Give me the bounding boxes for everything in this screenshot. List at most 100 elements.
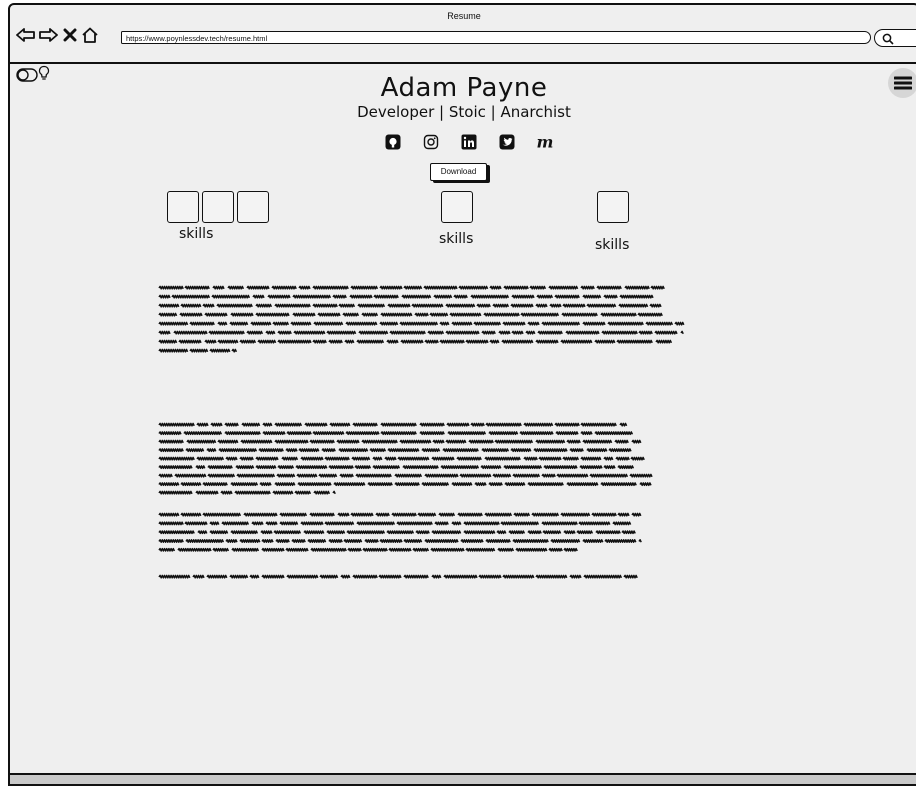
text-scribble: [396, 521, 433, 526]
text-scribble: [582, 321, 606, 326]
skill-label: skills: [439, 231, 474, 247]
skill-label: skills: [179, 226, 214, 242]
text-scribble: [274, 303, 311, 308]
text-scribble: [512, 539, 549, 543]
instagram-icon[interactable]: [412, 132, 450, 152]
text-scribble: [527, 321, 540, 326]
text-scribble: [512, 473, 541, 478]
text-scribble: [604, 539, 637, 543]
text-scribble: [297, 482, 332, 487]
text-scribble: [298, 285, 311, 290]
text-scribble: [459, 473, 492, 478]
home-icon[interactable]: [80, 25, 100, 45]
text-scribble: [352, 574, 378, 579]
text-scribble: [476, 303, 491, 308]
text-scribble: [578, 521, 611, 526]
text-block: [158, 512, 642, 552]
text-scribble: [230, 312, 254, 317]
text-scribble: [372, 465, 401, 470]
text-scribble: [379, 539, 403, 543]
text-scribble: [236, 473, 276, 478]
text-scribble: [338, 448, 369, 453]
text-scribble: [630, 456, 645, 461]
text-scribble: [460, 539, 484, 543]
skill-box: [597, 191, 629, 223]
text-scribble: [541, 321, 581, 326]
text-scribble: [277, 339, 312, 344]
text-scribble: [638, 539, 642, 543]
linkedin-icon[interactable]: [450, 132, 488, 152]
text-scribble: [595, 530, 621, 535]
text-scribble: [470, 422, 485, 427]
text-scribble: [447, 431, 487, 436]
text-scribble: [631, 439, 642, 444]
text-scribble: [373, 294, 399, 299]
medium-icon[interactable]: m: [526, 132, 564, 152]
text-scribble: [300, 521, 324, 526]
text-scribble: [446, 422, 470, 427]
text-scribble: [563, 547, 578, 552]
github-icon[interactable]: [374, 132, 412, 152]
text-scribble: [618, 303, 649, 308]
text-scribble: [451, 521, 462, 526]
text-scribble: [275, 539, 290, 543]
text-scribble: [286, 574, 319, 579]
text-scribble: [400, 339, 424, 344]
back-icon[interactable]: [16, 25, 36, 45]
text-scribble: [158, 285, 184, 290]
text-scribble: [328, 465, 354, 470]
skill-box: [441, 191, 473, 223]
text-scribble: [489, 339, 500, 344]
text-scribble: [312, 339, 327, 344]
text-scribble: [221, 521, 250, 526]
text-scribble: [582, 539, 604, 543]
text-scribble: [252, 294, 265, 299]
text-scribble: [209, 530, 229, 535]
text-scribble: [206, 574, 228, 579]
text-scribble: [535, 339, 559, 344]
forward-icon[interactable]: [38, 25, 58, 45]
text-scribble: [623, 574, 638, 579]
stop-icon[interactable]: [60, 25, 80, 45]
text-scribble: [465, 547, 496, 552]
text-scribble: [332, 490, 336, 495]
text-scribble: [210, 422, 223, 427]
text-scribble: [217, 321, 228, 326]
text-scribble: [508, 530, 526, 535]
text-scribble: [563, 530, 576, 535]
skill-box: [237, 191, 269, 223]
text-scribble: [281, 456, 299, 461]
text-scribble: [432, 439, 445, 444]
text-scribble: [234, 490, 271, 495]
text-scribble: [510, 303, 534, 308]
text-scribble: [483, 312, 520, 317]
text-scribble: [638, 330, 653, 335]
text-scribble: [239, 456, 254, 461]
text-scribble: [357, 303, 386, 308]
text-scribble: [274, 422, 303, 427]
text-scribble: [180, 512, 202, 517]
text-scribble: [537, 330, 563, 335]
search-button[interactable]: [874, 29, 916, 47]
text-scribble: [555, 431, 579, 436]
text-scribble: [185, 448, 205, 453]
text-scribble: [158, 422, 195, 427]
text-scribble: [403, 285, 423, 290]
text-scribble: [262, 431, 286, 436]
text-scribble: [317, 312, 341, 317]
text-scribble: [333, 482, 366, 487]
text-scribble: [411, 303, 444, 308]
twitter-icon[interactable]: [488, 132, 526, 152]
url-input[interactable]: https://www.poynlessdev.tech/resume.html: [121, 31, 871, 44]
text-scribble: [207, 465, 233, 470]
text-scribble: [415, 530, 430, 535]
horizontal-scrollbar[interactable]: [10, 773, 916, 784]
text-scribble: [399, 321, 439, 326]
text-scribble: [440, 465, 480, 470]
text-scribble: [498, 330, 511, 335]
text-scribble: [515, 547, 548, 552]
text-scribble: [158, 539, 184, 543]
text-scribble: [629, 473, 653, 478]
text-scribble: [349, 294, 373, 299]
download-button[interactable]: Download: [430, 163, 487, 181]
